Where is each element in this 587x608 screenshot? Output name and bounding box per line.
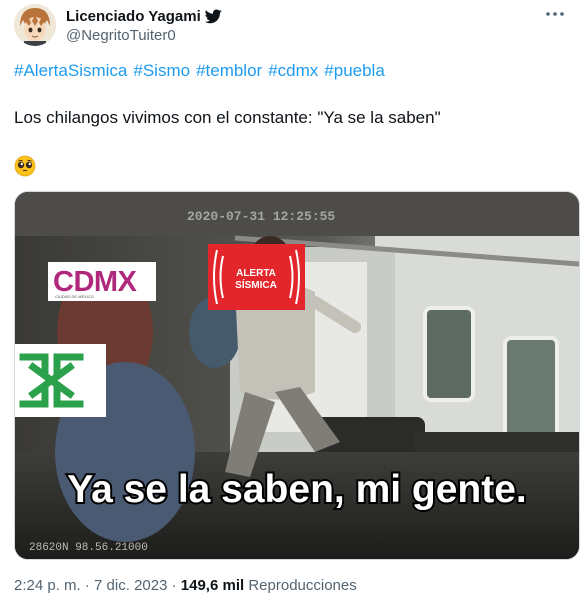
tweet-date[interactable]: 7 dic. 2023 <box>94 577 167 594</box>
hashtag-link[interactable]: #Sismo <box>133 61 190 81</box>
hashtag-list: #AlertaSismica #Sismo #temblor #cdmx #pu… <box>14 61 385 81</box>
cdmx-logo: CDMX CIUDAD DE MÉXICO <box>48 262 156 301</box>
meme-video-frame: 2020-07-31 12:25:55 CDMX CIUDAD DE MÉXIC… <box>15 192 579 559</box>
tweet-card: Licenciado Yagami @NegritoTuiter0 #Alert… <box>0 0 587 608</box>
twitter-bird-icon <box>204 8 222 23</box>
hashtag-link[interactable]: #cdmx <box>268 61 318 81</box>
tweet-media-image[interactable]: 2020-07-31 12:25:55 CDMX CIUDAD DE MÉXIC… <box>14 191 580 560</box>
meta-separator: · <box>80 577 95 594</box>
anime-avatar-icon <box>14 4 56 46</box>
author-avatar[interactable] <box>14 4 56 46</box>
van-window <box>423 306 475 402</box>
hashtag-link[interactable]: #AlertaSismica <box>14 61 127 81</box>
views-count: 149,6 mil <box>180 577 245 594</box>
views-label: Reproducciones <box>248 577 357 594</box>
tweet-meta: 2:24 p. m. · 7 dic. 2023 · 149,6 mil Rep… <box>14 577 357 594</box>
more-options-button[interactable] <box>541 4 569 24</box>
hashtag-link[interactable]: #puebla <box>324 61 385 81</box>
alerta-sismica-logo: ALERTA SÍSMICA <box>208 244 305 310</box>
alert-logo-line2: SÍSMICA <box>235 278 277 291</box>
alert-logo-line1: ALERTA <box>236 268 276 279</box>
pleading-face-emoji-icon <box>14 155 36 177</box>
author-handle[interactable]: @NegritoTuiter0 <box>66 27 176 44</box>
hashtag-link[interactable]: #temblor <box>196 61 262 81</box>
more-dots-icon <box>546 12 564 16</box>
video-gps-overlay: 28620N 98.56.21000 <box>29 542 148 554</box>
meme-caption: Ya se la saben, mi gente. <box>67 468 527 511</box>
cdmx-logo-subtext: CIUDAD DE MÉXICO <box>55 294 94 299</box>
tweet-body-text: Los chilangos vivimos con el constante: … <box>14 108 441 127</box>
cdmx-emblem-logo <box>15 344 106 417</box>
meta-separator: · <box>167 577 181 594</box>
tweet-time[interactable]: 2:24 p. m. <box>14 577 81 594</box>
author-display-name[interactable]: Licenciado Yagami <box>66 8 201 25</box>
video-timestamp-overlay: 2020-07-31 12:25:55 <box>187 209 335 224</box>
author-name-row: Licenciado Yagami <box>66 6 222 26</box>
